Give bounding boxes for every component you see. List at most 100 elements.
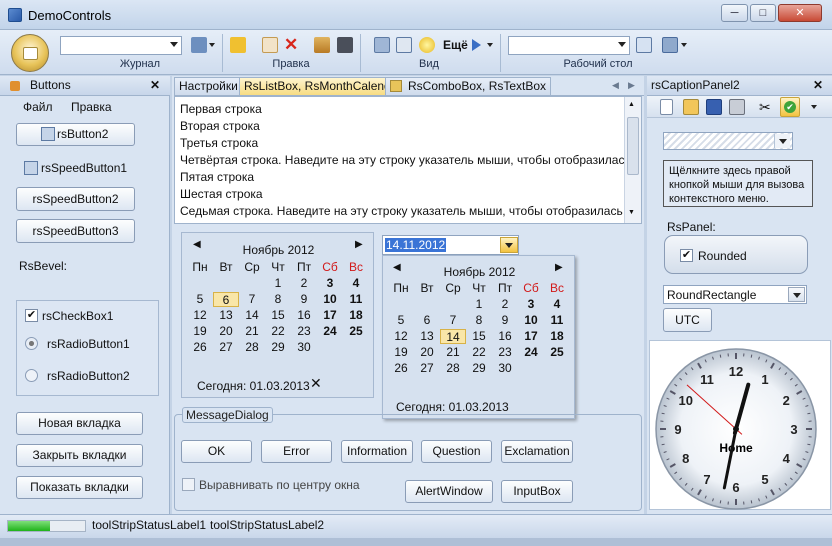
new-tab-button[interactable]: Новая вкладка (16, 412, 143, 435)
date-value[interactable]: 14.11.2012 (385, 238, 447, 252)
calendar-day[interactable]: 26 (388, 361, 414, 375)
list-item[interactable]: Шестая строка (180, 187, 263, 201)
calendar-day[interactable]: 4 (343, 276, 369, 290)
list-item[interactable]: Седьмая строка. Наведите на эту строку у… (180, 204, 638, 218)
calendar-day[interactable]: 12 (388, 329, 414, 343)
dropdown-calendar[interactable]: ◀ Ноябрь 2012 ▶ Пн Вт Ср Чт Пт Сб Вс 1 2 3 4 5 6 7 8 9 1… (382, 255, 575, 419)
list-item[interactable]: Вторая строка (180, 119, 260, 133)
calendar-day[interactable]: 2 (492, 297, 518, 311)
dropdown-button[interactable] (500, 237, 518, 253)
check-button[interactable]: ✔ (780, 97, 800, 117)
month-calendar[interactable]: ◀ Ноябрь 2012 ▶ Пн Вт Ср Чт Пт Сб Вс 1 2 3 4 5 6 7 8 9 1… (181, 232, 374, 398)
calendar-day[interactable]: 30 (492, 361, 518, 375)
list-item[interactable]: Третья строка (180, 136, 258, 150)
center-checkbox[interactable] (182, 478, 195, 491)
print-icon[interactable] (729, 99, 745, 115)
calendar-day[interactable]: 22 (466, 345, 492, 359)
calendar-day[interactable]: 19 (388, 345, 414, 359)
rsradiobutton1[interactable]: rsRadioButton1 (47, 337, 130, 351)
calendar-day[interactable]: 5 (187, 292, 213, 306)
calendar-day[interactable]: 3 (518, 297, 544, 311)
dropdown-arrow-icon[interactable] (681, 43, 687, 47)
calendar-day[interactable]: 17 (518, 329, 544, 343)
note-icon[interactable] (262, 37, 278, 53)
calendar-day[interactable]: 20 (414, 345, 440, 359)
rsspeedbutton2[interactable]: rsSpeedButton2 (16, 187, 135, 211)
open-folder-icon[interactable] (683, 99, 699, 115)
next-month-icon[interactable]: ▶ (555, 262, 563, 273)
calendar-day[interactable]: 12 (187, 308, 213, 322)
calendar-day[interactable]: 14 (239, 308, 265, 322)
radio-unselected[interactable] (25, 369, 38, 382)
calendar-day[interactable]: 8 (265, 292, 291, 306)
copy-icon[interactable] (636, 37, 652, 53)
calendar-day[interactable]: 11 (544, 313, 570, 327)
close-button[interactable]: ✕ (778, 4, 822, 22)
calendar-day[interactable]: 24 (317, 324, 343, 338)
alert-window-button[interactable]: AlertWindow (405, 480, 493, 503)
calendar-day[interactable]: 15 (466, 329, 492, 343)
edit-icon[interactable] (191, 37, 207, 53)
exclamation-button[interactable]: Exclamation (501, 440, 573, 463)
maximize-button[interactable]: □ (750, 4, 776, 22)
calendar-month[interactable]: Ноябрь 2012 (383, 265, 576, 279)
calendar-day[interactable]: 16 (492, 329, 518, 343)
rsbutton2[interactable]: rsButton2 (16, 123, 135, 146)
list-item[interactable]: Первая строка (180, 102, 262, 116)
calendar-day[interactable]: 13 (213, 308, 239, 322)
close-icon[interactable]: ✕ (150, 76, 160, 95)
calendar-day[interactable]: 23 (492, 345, 518, 359)
calendar-day[interactable]: 28 (239, 340, 265, 354)
calendar-day[interactable]: 6 (414, 313, 440, 327)
ok-button[interactable]: OK (181, 440, 252, 463)
dropdown-arrow-icon[interactable] (209, 43, 215, 47)
radio-selected[interactable] (25, 337, 38, 350)
app-menu-button[interactable] (11, 34, 49, 72)
calendar-day[interactable]: 9 (291, 292, 317, 306)
lightning-icon[interactable] (230, 37, 246, 53)
calendar-day[interactable]: 7 (239, 292, 265, 306)
calendar-day[interactable]: 10 (317, 292, 343, 306)
calendar-day[interactable]: 19 (187, 324, 213, 338)
selected-day[interactable]: 14 (440, 329, 466, 344)
window-icon[interactable] (396, 37, 412, 53)
calendar-day[interactable]: 9 (492, 313, 518, 327)
calendar-day[interactable]: 13 (414, 329, 440, 343)
error-button[interactable]: Error (261, 440, 332, 463)
rsspeedbutton1[interactable]: rsSpeedButton1 (41, 161, 127, 175)
calendar-day[interactable]: 26 (187, 340, 213, 354)
calendar-day[interactable]: 7 (440, 313, 466, 327)
calendar-day[interactable]: 18 (343, 308, 369, 322)
calendar-day[interactable]: 25 (343, 324, 369, 338)
scroll-right-icon[interactable]: ▶ (628, 80, 635, 91)
calendar-day[interactable]: 29 (466, 361, 492, 375)
cut-icon[interactable]: ✂ (759, 99, 771, 116)
menu-edit[interactable]: Правка (71, 100, 112, 114)
calendar-day[interactable]: 29 (265, 340, 291, 354)
shape-select[interactable]: RoundRectangle (663, 285, 807, 304)
calendar-day[interactable]: 27 (213, 340, 239, 354)
layout-icon[interactable] (662, 37, 678, 53)
rounded-checkbox[interactable]: ✔ (680, 249, 693, 262)
calendar-day[interactable]: 1 (466, 297, 492, 311)
calendar-day[interactable]: 8 (466, 313, 492, 327)
close-icon[interactable]: ✕ (310, 375, 322, 392)
calendar-day[interactable]: 3 (317, 276, 343, 290)
dropdown-button[interactable] (774, 134, 790, 148)
dropdown-arrow-icon[interactable] (487, 43, 493, 47)
information-button[interactable]: Information (341, 440, 413, 463)
binoculars-icon[interactable] (337, 37, 353, 53)
play-icon[interactable] (472, 39, 481, 51)
inputbox-button[interactable]: InputBox (501, 480, 573, 503)
scroll-down-icon[interactable]: ▼ (628, 209, 635, 216)
selected-day[interactable]: 6 (213, 292, 239, 307)
calendar-day[interactable]: 22 (265, 324, 291, 338)
lightbulb-icon[interactable] (419, 37, 435, 53)
delete-icon[interactable]: ✕ (284, 35, 298, 55)
tab-listbox[interactable]: RsListBox, RsMonthCalendar (239, 77, 407, 95)
calendar-day[interactable]: 17 (317, 308, 343, 322)
calendar-day[interactable]: 24 (518, 345, 544, 359)
calendar-day[interactable]: 10 (518, 313, 544, 327)
scrollbar-thumb[interactable] (627, 117, 639, 175)
center-checkbox-label[interactable]: Выравнивать по центру окна (199, 478, 360, 492)
